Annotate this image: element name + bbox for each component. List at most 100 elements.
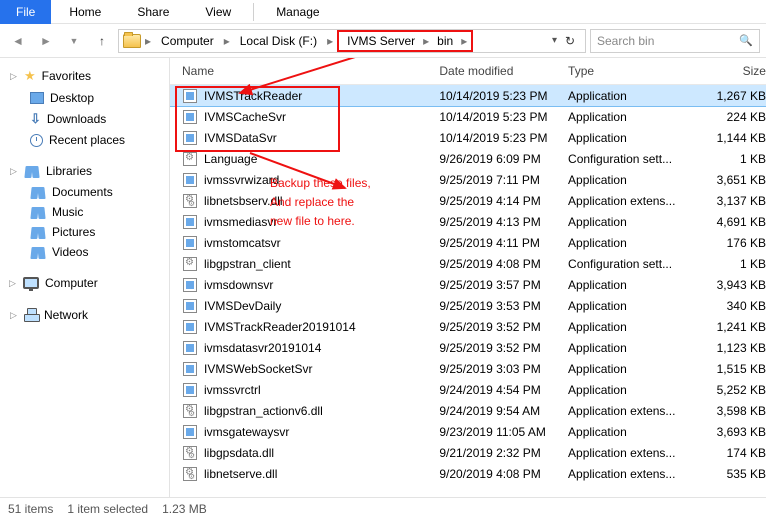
file-row[interactable]: IVMSCacheSvr10/14/2019 5:23 PMApplicatio… bbox=[170, 106, 766, 127]
tab-separator bbox=[253, 3, 254, 21]
file-row[interactable]: libgpstran_client9/25/2019 4:08 PMConfig… bbox=[170, 253, 766, 274]
file-icon bbox=[182, 277, 198, 293]
file-row[interactable]: ivmstomcatsvr9/25/2019 4:11 PMApplicatio… bbox=[170, 232, 766, 253]
file-date: 10/14/2019 5:23 PM bbox=[439, 89, 568, 103]
view-tab[interactable]: View bbox=[187, 0, 249, 24]
file-row[interactable]: ivmsgatewaysvr9/23/2019 11:05 AMApplicat… bbox=[170, 421, 766, 442]
file-date: 9/24/2019 9:54 AM bbox=[439, 404, 568, 418]
history-dropdown[interactable]: ▼ bbox=[62, 29, 86, 53]
file-row[interactable]: ivmssvrwizard9/25/2019 7:11 PMApplicatio… bbox=[170, 169, 766, 190]
crumb-bin[interactable]: bin bbox=[431, 32, 459, 50]
file-type: Application bbox=[568, 215, 697, 229]
file-date: 9/25/2019 4:14 PM bbox=[439, 194, 568, 208]
sidebar-item-downloads[interactable]: ⇩Downloads bbox=[0, 108, 169, 130]
file-name: IVMSWebSocketSvr bbox=[204, 362, 312, 376]
file-icon bbox=[182, 235, 198, 251]
desktop-icon bbox=[30, 92, 44, 104]
file-icon bbox=[182, 256, 198, 272]
file-row[interactable]: ivmsdatasvr201910149/25/2019 3:52 PMAppl… bbox=[170, 337, 766, 358]
file-row[interactable]: libnetsbserv.dll9/25/2019 4:14 PMApplica… bbox=[170, 190, 766, 211]
crumb-computer[interactable]: Computer bbox=[155, 32, 220, 50]
sidebar-item-pictures[interactable]: Pictures bbox=[0, 222, 169, 242]
file-date: 10/14/2019 5:23 PM bbox=[439, 131, 568, 145]
column-header-type[interactable]: Type bbox=[568, 64, 697, 78]
file-icon bbox=[182, 466, 198, 482]
home-tab[interactable]: Home bbox=[51, 0, 119, 24]
sidebar-item-label: Desktop bbox=[50, 91, 94, 105]
file-row[interactable]: IVMSDataSvr10/14/2019 5:23 PMApplication… bbox=[170, 127, 766, 148]
file-type: Application bbox=[568, 110, 697, 124]
refresh-button[interactable]: ↻ bbox=[559, 30, 581, 52]
file-name: ivmstomcatsvr bbox=[204, 236, 281, 250]
sidebar-network[interactable]: ▷ Network bbox=[0, 304, 169, 326]
dropdown-icon[interactable]: ▾ bbox=[552, 35, 557, 46]
file-row[interactable]: ivmsdownsvr9/25/2019 3:57 PMApplication3… bbox=[170, 274, 766, 295]
file-row[interactable]: Language9/26/2019 6:09 PMConfiguration s… bbox=[170, 148, 766, 169]
pictures-icon bbox=[30, 225, 46, 239]
file-row[interactable]: libgpstran_actionv6.dll9/24/2019 9:54 AM… bbox=[170, 400, 766, 421]
crumb-folder[interactable]: IVMS Server bbox=[341, 32, 421, 50]
file-name: ivmssvrctrl bbox=[204, 383, 261, 397]
file-type: Application bbox=[568, 362, 697, 376]
status-selected: 1 item selected bbox=[67, 502, 148, 516]
file-date: 9/21/2019 2:32 PM bbox=[439, 446, 568, 460]
manage-tab[interactable]: Manage bbox=[258, 0, 337, 24]
file-row[interactable]: libgpsdata.dll9/21/2019 2:32 PMApplicati… bbox=[170, 442, 766, 463]
file-size: 340 KB bbox=[697, 299, 766, 313]
sidebar-label: Favorites bbox=[42, 69, 91, 83]
sidebar-item-documents[interactable]: Documents bbox=[0, 182, 169, 202]
file-icon bbox=[182, 109, 198, 125]
column-header-size[interactable]: Size bbox=[697, 64, 766, 78]
sidebar-item-desktop[interactable]: Desktop bbox=[0, 88, 169, 108]
file-size: 5,252 KB bbox=[697, 383, 766, 397]
sidebar-item-label: Recent places bbox=[49, 133, 125, 147]
file-row[interactable]: libnetserve.dll9/20/2019 4:08 PMApplicat… bbox=[170, 463, 766, 484]
file-row[interactable]: IVMSDevDaily9/25/2019 3:53 PMApplication… bbox=[170, 295, 766, 316]
status-size: 1.23 MB bbox=[162, 502, 207, 516]
file-name: Language bbox=[204, 152, 257, 166]
file-date: 9/24/2019 4:54 PM bbox=[439, 383, 568, 397]
file-size: 3,693 KB bbox=[697, 425, 766, 439]
file-name: IVMSTrackReader20191014 bbox=[204, 320, 356, 334]
file-row[interactable]: ivmsmediasvr9/25/2019 4:13 PMApplication… bbox=[170, 211, 766, 232]
file-icon bbox=[182, 298, 198, 314]
star-icon: ★ bbox=[24, 68, 36, 84]
chevron-right-icon: ▸ bbox=[143, 34, 153, 48]
file-name: IVMSDevDaily bbox=[204, 299, 281, 313]
sidebar-item-videos[interactable]: Videos bbox=[0, 242, 169, 262]
computer-icon bbox=[23, 277, 39, 289]
address-bar[interactable]: ▸ Computer ▸ Local Disk (F:) ▸ IVMS Serv… bbox=[118, 29, 586, 53]
collapse-icon: ▷ bbox=[10, 166, 18, 177]
sidebar-item-recent[interactable]: Recent places bbox=[0, 130, 169, 150]
sidebar-libraries[interactable]: ▷ Libraries bbox=[0, 160, 169, 182]
search-input[interactable]: Search bin 🔍 bbox=[590, 29, 760, 53]
file-size: 3,137 KB bbox=[697, 194, 766, 208]
crumb-drive[interactable]: Local Disk (F:) bbox=[234, 32, 323, 50]
file-size: 4,691 KB bbox=[697, 215, 766, 229]
column-header-date[interactable]: Date modified bbox=[439, 64, 568, 78]
file-row[interactable]: IVMSTrackReader201910149/25/2019 3:52 PM… bbox=[170, 316, 766, 337]
file-size: 1,123 KB bbox=[697, 341, 766, 355]
sidebar-computer[interactable]: ▷ Computer bbox=[0, 272, 169, 294]
back-button[interactable]: ◄ bbox=[6, 29, 30, 53]
sidebar-item-music[interactable]: Music bbox=[0, 202, 169, 222]
up-button[interactable]: ↑ bbox=[90, 29, 114, 53]
file-size: 1,144 KB bbox=[697, 131, 766, 145]
file-type: Application bbox=[568, 131, 697, 145]
share-tab[interactable]: Share bbox=[119, 0, 187, 24]
status-item-count: 51 items bbox=[8, 502, 53, 516]
network-icon bbox=[24, 308, 38, 322]
collapse-icon: ▷ bbox=[9, 278, 17, 289]
forward-button[interactable]: ► bbox=[34, 29, 58, 53]
sidebar-favorites[interactable]: ▷ ★ Favorites bbox=[0, 64, 169, 88]
column-header-name[interactable]: Name bbox=[182, 64, 439, 78]
file-row[interactable]: ivmssvrctrl9/24/2019 4:54 PMApplication5… bbox=[170, 379, 766, 400]
file-row[interactable]: IVMSWebSocketSvr9/25/2019 3:03 PMApplica… bbox=[170, 358, 766, 379]
music-icon bbox=[30, 205, 46, 219]
file-size: 1,515 KB bbox=[697, 362, 766, 376]
file-row[interactable]: IVMSTrackReader10/14/2019 5:23 PMApplica… bbox=[170, 85, 766, 106]
sidebar-item-label: Music bbox=[52, 205, 83, 219]
file-icon bbox=[182, 193, 198, 209]
file-tab[interactable]: File bbox=[0, 0, 51, 24]
file-icon bbox=[182, 424, 198, 440]
